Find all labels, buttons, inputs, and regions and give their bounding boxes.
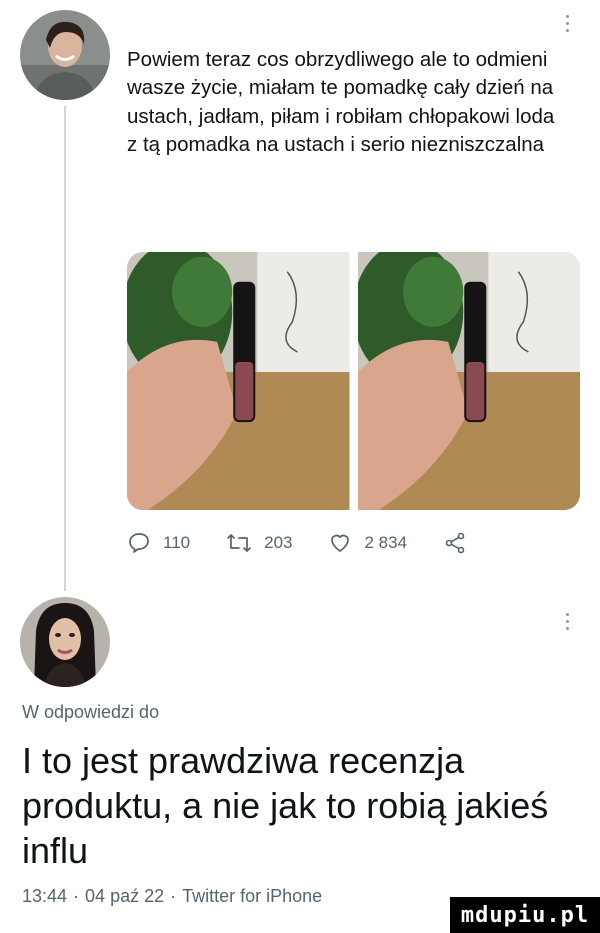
reply-text: I to jest prawdziwa recenzja produktu, a… (22, 740, 549, 871)
share-icon (443, 531, 467, 555)
tweet-source[interactable]: Twitter for iPhone (182, 886, 322, 907)
tweet-date[interactable]: 04 paź 22 (85, 886, 164, 907)
meta-separator: · (170, 886, 177, 906)
retweet-button[interactable]: 203 (226, 531, 292, 555)
speech-bubble-icon (127, 531, 151, 555)
more-options-icon[interactable] (557, 606, 577, 636)
media-grid[interactable] (127, 252, 580, 510)
watermark-logo: mdupiu.pl (450, 897, 600, 933)
media-photo-right[interactable] (357, 252, 580, 510)
more-options-icon[interactable] (557, 8, 577, 38)
tweet-actions: 110 203 2 834 (127, 528, 503, 558)
like-count: 2 834 (364, 533, 408, 552)
tweet-meta: 13:44 · 04 paź 22 · Twitter for iPhone (22, 886, 322, 907)
share-button[interactable] (443, 531, 467, 555)
avatar[interactable] (20, 597, 110, 687)
avatar[interactable] (20, 10, 110, 100)
tweet-text: Powiem teraz cos obrzydliwego ale to odm… (127, 48, 555, 157)
like-button[interactable]: 2 834 (328, 531, 407, 555)
heart-icon (328, 531, 352, 555)
media-photo-left[interactable] (127, 252, 350, 510)
reply-count: 110 (163, 533, 191, 552)
retweet-count: 203 (264, 533, 293, 552)
retweet-icon (226, 531, 252, 555)
replying-to-label[interactable]: W odpowiedzi do (22, 702, 159, 723)
thread-line (64, 106, 66, 591)
meta-separator: · (73, 886, 80, 906)
reply-button[interactable]: 110 (127, 531, 190, 555)
tweet-time[interactable]: 13:44 (22, 886, 67, 907)
